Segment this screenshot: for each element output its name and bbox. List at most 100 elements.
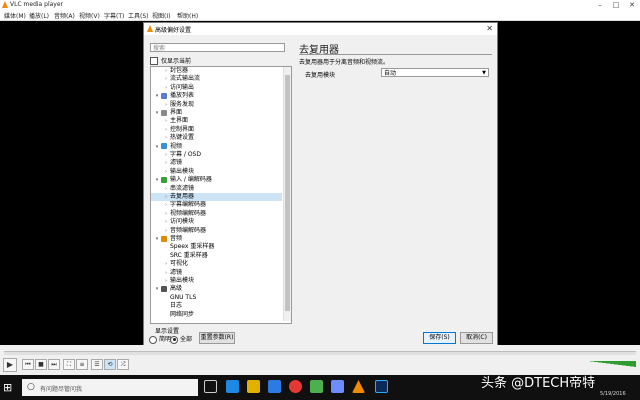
tree-item[interactable]: ▾ 高级	[151, 285, 282, 293]
tree-item[interactable]: › 滤镜	[151, 159, 282, 167]
radio-all[interactable]: 全部	[170, 334, 192, 344]
tree-item[interactable]: › 主界面	[151, 117, 282, 125]
chevron-down-icon[interactable]: ▾	[153, 144, 161, 152]
scrollbar-thumb[interactable]	[285, 75, 290, 311]
tree-item[interactable]: › 字幕编解码器	[151, 201, 282, 209]
menu-view[interactable]: 视图(I)	[152, 11, 170, 20]
chevron-right-icon[interactable]: ›	[162, 152, 170, 160]
chevron-right-icon[interactable]: ›	[162, 278, 170, 286]
tree-item[interactable]: › 串流滤镜	[151, 185, 282, 193]
tree-item[interactable]: GNU TLS	[151, 294, 282, 302]
radio-circle[interactable]	[149, 335, 157, 344]
chevron-right-icon[interactable]: ›	[162, 228, 170, 236]
shuffle-icon[interactable]: ⤮	[117, 359, 129, 370]
radio-simple[interactable]: 简明	[149, 334, 171, 344]
chevron-right-icon[interactable]: ›	[162, 127, 170, 135]
tree-item[interactable]: 日志	[151, 302, 282, 310]
tree-item[interactable]: › 访问输出	[151, 84, 282, 92]
chevron-right-icon[interactable]: ›	[162, 261, 170, 269]
save-button[interactable]: 保存(S)	[423, 332, 456, 344]
tree-item[interactable]: Speex 重采样器	[151, 243, 282, 251]
tree-item[interactable]: › 可视化	[151, 260, 282, 268]
maximize-icon[interactable]: □	[608, 0, 624, 10]
radio-circle-selected[interactable]	[170, 335, 178, 344]
menu-playback[interactable]: 播放(L)	[29, 11, 49, 20]
tree-scrollbar[interactable]	[283, 67, 291, 321]
search-input[interactable]: 搜索	[150, 43, 285, 52]
only-current-checkbox[interactable]: 仅显示当前	[150, 56, 290, 65]
tree-item[interactable]: › 输出模块	[151, 277, 282, 285]
tree-item[interactable]: › 去复用器	[151, 193, 282, 201]
tree-item[interactable]: › 字幕 / OSD	[151, 151, 282, 159]
tree-item[interactable]: › 服务发现	[151, 101, 282, 109]
cancel-button[interactable]: 取消(C)	[460, 332, 493, 344]
close-icon[interactable]: ✕	[624, 0, 640, 10]
tree-item[interactable]: ▾ 视频	[151, 143, 282, 151]
seek-bar[interactable]	[4, 351, 636, 355]
tree-item[interactable]: › 访问模块	[151, 218, 282, 226]
chevron-right-icon[interactable]: ›	[162, 194, 170, 202]
tree-item[interactable]: › 输出模块	[151, 168, 282, 176]
app-icon[interactable]	[331, 380, 344, 393]
close-icon[interactable]: ✕	[486, 24, 493, 33]
chevron-right-icon[interactable]: ›	[162, 118, 170, 126]
store-icon[interactable]	[268, 380, 281, 393]
reset-preferences-button[interactable]: 重置参数(R)	[199, 332, 235, 344]
chevron-right-icon[interactable]: ›	[162, 85, 170, 93]
vlc-taskbar-icon[interactable]	[352, 380, 365, 393]
stop-icon[interactable]: ■	[35, 359, 47, 370]
menu-video[interactable]: 视频(V)	[79, 11, 100, 20]
windows-start-icon[interactable]: ⊞	[3, 381, 12, 394]
chevron-down-icon[interactable]: ▾	[153, 110, 161, 118]
menu-audio[interactable]: 音频(A)	[54, 11, 75, 20]
file-explorer-icon[interactable]	[247, 380, 260, 393]
tree-item[interactable]: ▾ 播放列表	[151, 92, 282, 100]
chevron-right-icon[interactable]: ›	[162, 76, 170, 84]
app-icon[interactable]	[310, 380, 323, 393]
tree-item[interactable]: › 控制界面	[151, 126, 282, 134]
menu-tools[interactable]: 工具(S)	[128, 11, 149, 20]
loop-icon[interactable]: ⟲	[104, 359, 116, 370]
tree-item[interactable]: ▾ 输入 / 编解码器	[151, 176, 282, 184]
menu-help[interactable]: 帮助(H)	[177, 11, 198, 20]
chevron-down-icon[interactable]: ▾	[153, 236, 161, 244]
chevron-right-icon[interactable]: ›	[162, 135, 170, 143]
chevron-down-icon[interactable]: ▾	[153, 93, 161, 101]
chevron-right-icon[interactable]: ›	[162, 270, 170, 278]
next-icon[interactable]: ⏭	[48, 359, 60, 370]
extended-settings-icon[interactable]: ≡	[76, 359, 88, 370]
chevron-down-icon[interactable]: ▾	[153, 177, 161, 185]
chevron-down-icon[interactable]: ▾	[153, 286, 161, 294]
preferences-tree[interactable]: › 封包器 › 流式输出流 › 访问输出 ▾ 播放列表 › 服务发现 ▾ 界面 › 主界面 › 控制界面 › 热键…	[150, 66, 292, 324]
photoshop-icon[interactable]	[375, 380, 388, 393]
checkbox-box[interactable]	[150, 56, 158, 65]
chrome-icon[interactable]	[289, 380, 302, 393]
chevron-right-icon[interactable]: ›	[162, 169, 170, 177]
tree-item[interactable]: ▾ 界面	[151, 109, 282, 117]
fullscreen-icon[interactable]: ⛶	[63, 359, 75, 370]
chevron-right-icon[interactable]: ›	[162, 202, 170, 210]
tree-item[interactable]: › 热键设置	[151, 134, 282, 142]
chevron-right-icon[interactable]: ›	[162, 186, 170, 194]
edge-icon[interactable]	[226, 380, 239, 393]
tree-item[interactable]: › 视频编解码器	[151, 210, 282, 218]
previous-icon[interactable]: ⏮	[22, 359, 34, 370]
chevron-right-icon[interactable]: ›	[162, 160, 170, 168]
chevron-right-icon[interactable]: ›	[162, 102, 170, 110]
minimize-icon[interactable]: –	[592, 0, 608, 10]
volume-slider[interactable]	[588, 361, 636, 367]
tree-item[interactable]: › 封包器	[151, 67, 282, 75]
tree-item[interactable]: › 流式输出流	[151, 75, 282, 83]
tree-item[interactable]: SRC 重采样器	[151, 252, 282, 260]
tree-item[interactable]: › 滤镜	[151, 269, 282, 277]
play-icon[interactable]: ▶	[3, 358, 17, 372]
chevron-right-icon[interactable]: ›	[162, 211, 170, 219]
tree-item[interactable]: ▾ 音频	[151, 235, 282, 243]
demux-module-select[interactable]: 自动 ▼	[381, 68, 489, 77]
tree-item[interactable]: 网络同步	[151, 311, 282, 319]
taskbar-search-box[interactable]: ○ 有问题尽管问我	[22, 379, 198, 396]
chevron-right-icon[interactable]: ›	[162, 68, 170, 76]
menu-subtitle[interactable]: 字幕(T)	[104, 11, 124, 20]
menu-media[interactable]: 媒体(M)	[4, 11, 26, 20]
chevron-right-icon[interactable]: ›	[162, 219, 170, 227]
